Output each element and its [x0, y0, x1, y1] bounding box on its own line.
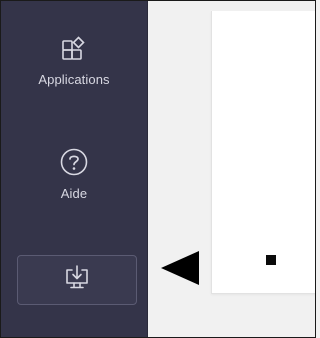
sidebar-item-applications[interactable]: Applications: [1, 35, 147, 87]
content-panel: [211, 11, 315, 294]
app-window: Applications Aide: [0, 0, 316, 338]
sidebar: Applications Aide: [1, 1, 148, 337]
applications-grid-icon: [60, 35, 88, 68]
sidebar-item-aide[interactable]: Aide: [1, 147, 147, 201]
sidebar-item-label: Aide: [60, 186, 88, 201]
sidebar-item-label: Applications: [38, 72, 110, 87]
help-circle-icon: [59, 147, 89, 182]
small-black-square: [266, 255, 276, 265]
download-to-computer-icon: [62, 264, 92, 297]
download-button[interactable]: [17, 255, 137, 305]
left-arrow-pointer-icon: [161, 251, 203, 290]
